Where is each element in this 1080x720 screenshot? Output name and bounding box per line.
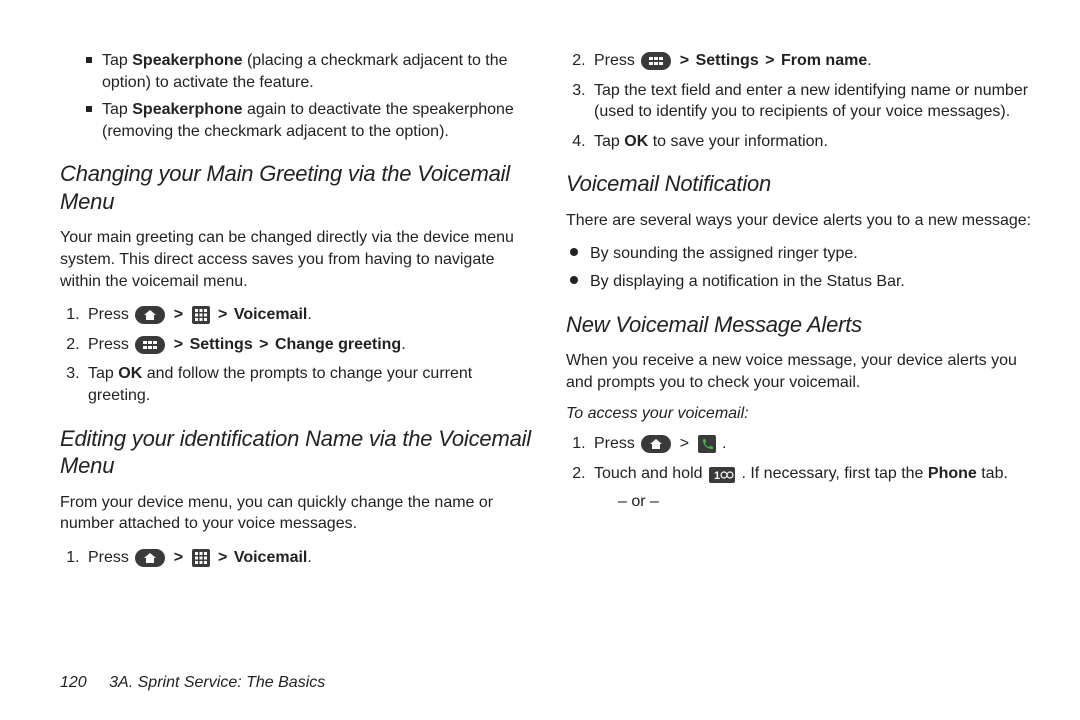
voicemail-label: Voicemail <box>234 549 308 566</box>
separator: > <box>174 549 188 566</box>
manual-page: Tap Speakerphone (placing a checkmark ad… <box>0 0 1080 720</box>
left-column: Tap Speakerphone (placing a checkmark ad… <box>60 50 534 586</box>
list-item: Tap OK and follow the prompts to change … <box>84 363 534 406</box>
text: and follow the prompts to change your cu… <box>88 365 472 404</box>
text: . <box>722 435 726 452</box>
page-footer: 120 3A. Sprint Service: The Basics <box>60 674 325 692</box>
separator: > <box>218 549 232 566</box>
separator: > <box>680 52 694 69</box>
phone-icon <box>698 435 716 453</box>
heading-new-voicemail-alerts: New Voicemail Message Alerts <box>566 311 1040 339</box>
list-item: Press > . <box>590 433 1040 455</box>
home-icon <box>135 549 165 567</box>
text: . <box>307 306 311 323</box>
list-item: Tap the text field and enter a new ident… <box>590 80 1040 123</box>
text: . If necessary, first tap the <box>741 465 927 482</box>
section-title: 3A. Sprint Service: The Basics <box>109 674 325 691</box>
change-greeting-steps: Press > > Voicemail. Press > Settings > … <box>60 304 534 406</box>
apps-icon <box>192 306 210 324</box>
home-icon <box>641 435 671 453</box>
speakerphone-bullets: Tap Speakerphone (placing a checkmark ad… <box>60 50 534 142</box>
list-item: Press > Settings > From name. <box>590 50 1040 72</box>
list-item: Tap Speakerphone (placing a checkmark ad… <box>86 50 534 93</box>
menu-icon <box>641 52 671 70</box>
list-item: By sounding the assigned ringer type. <box>570 243 1040 265</box>
heading-edit-id-name: Editing your identification Name via the… <box>60 425 534 480</box>
settings-label: Settings <box>696 52 759 69</box>
list-item: Press > > Voicemail. <box>84 304 534 326</box>
home-icon <box>135 306 165 324</box>
paragraph: When you receive a new voice message, yo… <box>566 350 1040 393</box>
separator: > <box>174 336 188 353</box>
text: to save your information. <box>648 133 828 150</box>
list-item: Tap Speakerphone again to deactivate the… <box>86 99 534 142</box>
list-item: Tap OK to save your information. <box>590 131 1040 153</box>
list-item: Touch and hold . If necessary, first tap… <box>590 463 1040 512</box>
lead-access-voicemail: To access your voicemail: <box>566 405 1040 423</box>
page-number: 120 <box>60 674 87 691</box>
heading-voicemail-notification: Voicemail Notification <box>566 170 1040 198</box>
text: . <box>307 549 311 566</box>
or-separator: – or – <box>618 491 1040 513</box>
text: Press <box>88 306 133 323</box>
separator: > <box>259 336 273 353</box>
edit-id-steps: Press > > Voicemail. <box>60 547 534 569</box>
text: Press <box>594 52 639 69</box>
paragraph: From your device menu, you can quickly c… <box>60 492 534 535</box>
edit-id-steps-cont: Press > Settings > From name. Tap the te… <box>566 50 1040 152</box>
notification-bullets: By sounding the assigned ringer type. By… <box>566 243 1040 292</box>
speakerphone-label: Speakerphone <box>132 101 242 118</box>
text: Tap <box>102 101 132 118</box>
speakerphone-label: Speakerphone <box>132 52 242 69</box>
text: tab. <box>977 465 1008 482</box>
text: Press <box>594 435 639 452</box>
text: Tap <box>594 133 624 150</box>
phone-tab-label: Phone <box>928 465 977 482</box>
text: Touch and hold <box>594 465 707 482</box>
from-name-label: From name <box>781 52 867 69</box>
list-item: Press > Settings > Change greeting. <box>84 334 534 356</box>
paragraph: There are several ways your device alert… <box>566 210 1040 232</box>
text: Press <box>88 336 133 353</box>
voicemail-key-icon <box>709 467 735 483</box>
ok-label: OK <box>118 365 142 382</box>
text: Tap <box>102 52 132 69</box>
separator: > <box>218 306 232 323</box>
text: . <box>401 336 405 353</box>
voicemail-label: Voicemail <box>234 306 308 323</box>
heading-change-greeting: Changing your Main Greeting via the Voic… <box>60 160 534 215</box>
apps-icon <box>192 549 210 567</box>
list-item: By displaying a notification in the Stat… <box>570 271 1040 293</box>
list-item: Press > > Voicemail. <box>84 547 534 569</box>
columns: Tap Speakerphone (placing a checkmark ad… <box>60 50 1040 586</box>
access-voicemail-steps: Press > . Touch and hold . If necessary,… <box>566 433 1040 512</box>
separator: > <box>174 306 188 323</box>
separator: > <box>680 435 694 452</box>
paragraph: Your main greeting can be changed direct… <box>60 227 534 292</box>
right-column: Press > Settings > From name. Tap the te… <box>566 50 1040 586</box>
settings-label: Settings <box>190 336 253 353</box>
text: Press <box>88 549 133 566</box>
text: Tap <box>88 365 118 382</box>
change-greeting-label: Change greeting <box>275 336 401 353</box>
separator: > <box>765 52 779 69</box>
menu-icon <box>135 336 165 354</box>
ok-label: OK <box>624 133 648 150</box>
text: . <box>867 52 871 69</box>
